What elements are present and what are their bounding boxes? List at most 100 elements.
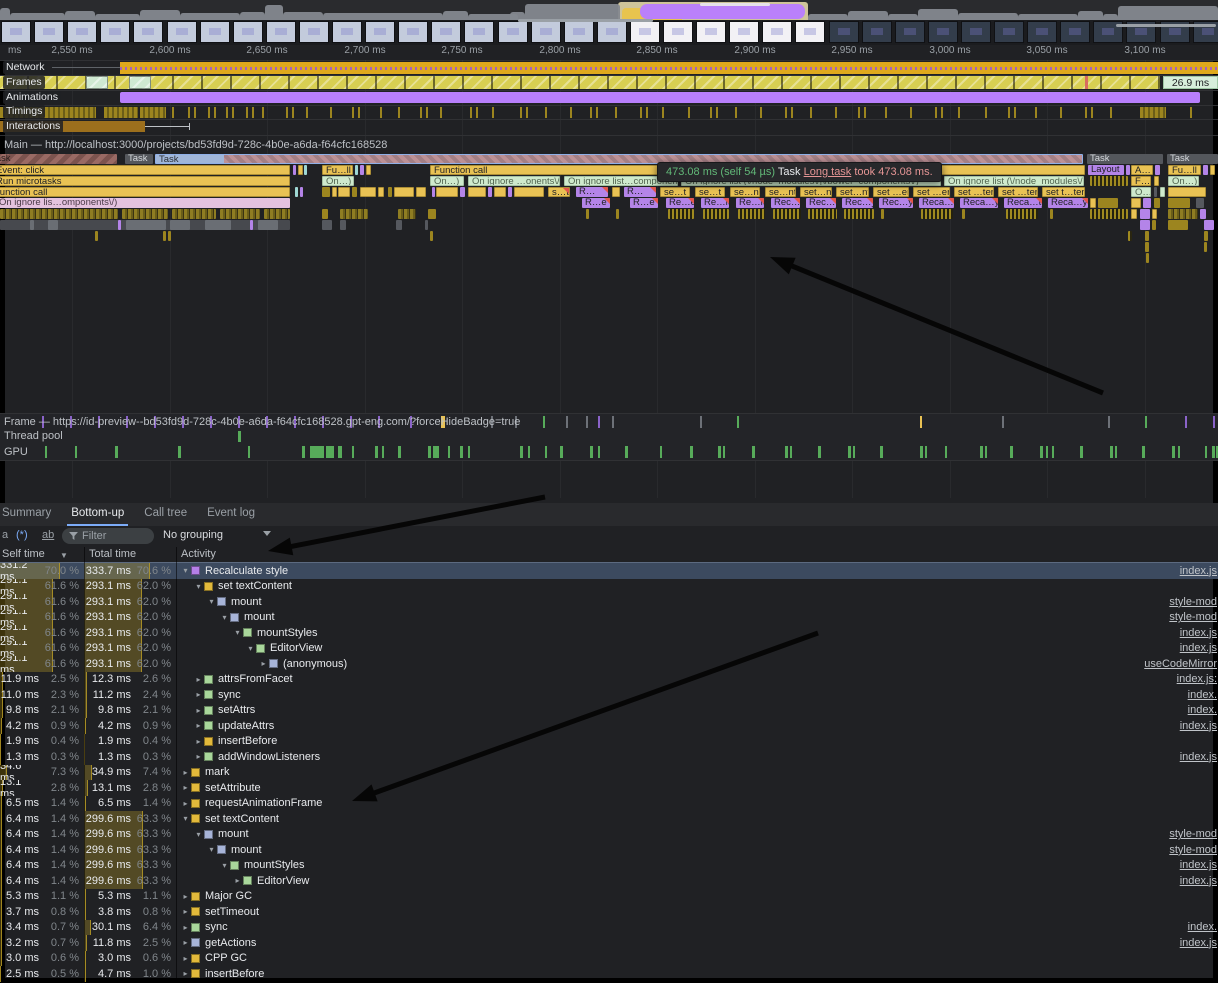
source-link[interactable]: index.js — [1180, 565, 1218, 577]
flame-bar[interactable]: On…) — [322, 176, 354, 186]
source-link[interactable]: index.js — [1180, 875, 1218, 887]
screenshot-thumbnail[interactable] — [729, 21, 759, 43]
expand-icon[interactable]: ▸ — [193, 675, 204, 684]
screenshot-thumbnail[interactable] — [200, 21, 230, 43]
screenshot-thumbnail[interactable] — [795, 21, 825, 43]
flame-fragment[interactable] — [1168, 198, 1190, 208]
timing-mark[interactable] — [716, 107, 718, 118]
expand-icon[interactable]: ▸ — [193, 721, 204, 730]
table-row[interactable]: 6.4 ms1.4 %299.6 ms63.3 %▾mountStylesind… — [0, 858, 1218, 874]
timing-mark[interactable] — [710, 107, 712, 118]
flame-fragment[interactable] — [428, 209, 436, 219]
screenshot-thumbnail[interactable] — [133, 21, 163, 43]
activity-name[interactable]: setTimeout — [205, 906, 259, 918]
source-link[interactable]: index. — [1188, 689, 1218, 701]
flame-fragment[interactable] — [1098, 198, 1118, 208]
flame-fragment[interactable] — [703, 209, 729, 219]
flame-fragment[interactable] — [295, 187, 298, 197]
timing-mark[interactable] — [941, 107, 943, 118]
flame-fragment[interactable] — [264, 209, 290, 219]
flame-bar[interactable]: set …tent — [954, 187, 994, 197]
timing-mark[interactable] — [492, 107, 494, 118]
timing-mark[interactable] — [735, 107, 737, 118]
flame-fragment[interactable] — [126, 220, 166, 230]
col-self-time[interactable]: Self time — [2, 548, 45, 560]
table-row[interactable]: 11.9 ms2.5 %12.3 ms2.6 %▸attrsFromFaceti… — [0, 672, 1218, 688]
activity-name[interactable]: mount — [218, 828, 249, 840]
screenshot-thumbnail[interactable] — [564, 21, 594, 43]
network-track[interactable]: Network — [0, 60, 1218, 76]
flame-fragment[interactable] — [1168, 209, 1198, 219]
animations-track[interactable]: Animations — [0, 90, 1218, 106]
screenshot-thumbnail[interactable] — [365, 21, 395, 43]
table-row[interactable]: 6.4 ms1.4 %299.6 ms63.3 %▾set textConten… — [0, 811, 1218, 827]
flame-fragment[interactable] — [0, 209, 118, 219]
flame-fragment[interactable] — [1204, 220, 1214, 230]
source-link[interactable]: index. — [1188, 704, 1218, 716]
timing-mark[interactable] — [570, 107, 572, 118]
collapse-icon[interactable]: ▾ — [245, 644, 256, 653]
flame-fragment[interactable] — [488, 187, 492, 197]
timing-mark[interactable] — [885, 107, 887, 118]
screenshot-thumbnail[interactable] — [266, 21, 296, 43]
flame-fragment[interactable] — [616, 209, 619, 219]
activity-name[interactable]: EditorView — [257, 875, 309, 887]
flame-bar[interactable]: Rec…yle — [879, 198, 913, 208]
timing-mark[interactable] — [440, 107, 442, 118]
timing-mark[interactable] — [1190, 107, 1192, 118]
flame-bar[interactable]: Rec…yle — [842, 198, 873, 208]
timing-mark[interactable] — [380, 107, 382, 118]
flame-fragment[interactable] — [122, 209, 168, 219]
flame-bar[interactable]: Re…e — [666, 198, 694, 208]
flame-bar[interactable]: A… — [1131, 165, 1153, 175]
table-row[interactable]: 291.1 ms61.6 %293.1 ms62.0 %▾EditorViewi… — [0, 641, 1218, 657]
timing-mark[interactable] — [246, 107, 248, 118]
flame-fragment[interactable] — [1126, 165, 1130, 175]
flame-fragment[interactable] — [1168, 187, 1206, 197]
activity-name[interactable]: EditorView — [270, 642, 322, 654]
flame-bar[interactable]: set t…tent — [1042, 187, 1085, 197]
match-case-icon[interactable]: a — [2, 529, 8, 541]
flame-fragment[interactable] — [460, 187, 465, 197]
flame-bar[interactable]: R… — [576, 187, 608, 197]
flame-fragment[interactable] — [773, 209, 801, 219]
flame-fragment[interactable] — [1145, 231, 1149, 241]
activity-name[interactable]: mount — [231, 596, 262, 608]
flame-fragment[interactable] — [168, 231, 171, 241]
activity-name[interactable]: sync — [205, 921, 228, 933]
flame-bar[interactable]: set …tent — [998, 187, 1038, 197]
flame-fragment[interactable] — [1131, 209, 1137, 219]
timing-mark[interactable] — [1091, 107, 1093, 118]
frame-green-segment[interactable] — [129, 76, 151, 89]
expand-icon[interactable]: ▸ — [193, 752, 204, 761]
expand-icon[interactable]: ▸ — [232, 876, 243, 885]
flame-fragment[interactable] — [394, 187, 414, 197]
flame-bar[interactable]: R…e — [630, 198, 658, 208]
flame-bar[interactable]: Layout — [1088, 165, 1124, 175]
table-row[interactable]: 5.3 ms1.1 %5.3 ms1.1 %▸Major GC — [0, 889, 1218, 905]
flame-fragment[interactable] — [355, 165, 358, 175]
tab-bottom-up[interactable]: Bottom-up — [61, 503, 134, 526]
screenshot-thumbnail[interactable] — [431, 21, 461, 43]
flame-fragment[interactable] — [425, 220, 428, 230]
flame-fragment[interactable] — [668, 209, 694, 219]
activity-name[interactable]: setAttrs — [218, 704, 255, 716]
flame-fragment[interactable] — [1204, 231, 1208, 241]
expand-icon[interactable]: ▸ — [180, 938, 191, 947]
timing-mark[interactable] — [1008, 107, 1010, 118]
screenshot-thumbnail[interactable] — [994, 21, 1024, 43]
flame-bar[interactable]: Event: click — [0, 165, 290, 175]
timing-mark[interactable] — [910, 107, 912, 118]
flame-bar[interactable]: Task — [1167, 154, 1218, 164]
flame-bar[interactable]: Task — [155, 154, 1083, 164]
timing-segment[interactable] — [1140, 107, 1166, 118]
flame-fragment[interactable] — [432, 187, 435, 197]
timing-mark[interactable] — [590, 107, 592, 118]
activity-name[interactable]: addWindowListeners — [218, 751, 320, 763]
screenshot-thumbnail[interactable] — [34, 21, 64, 43]
flame-fragment[interactable] — [1143, 198, 1151, 208]
screenshot-thumbnail[interactable] — [1027, 21, 1057, 43]
collapse-icon[interactable]: ▾ — [206, 845, 217, 854]
table-row[interactable]: 1.9 ms0.4 %1.9 ms0.4 %▸insertBefore — [0, 734, 1218, 750]
timing-mark[interactable] — [615, 107, 617, 118]
